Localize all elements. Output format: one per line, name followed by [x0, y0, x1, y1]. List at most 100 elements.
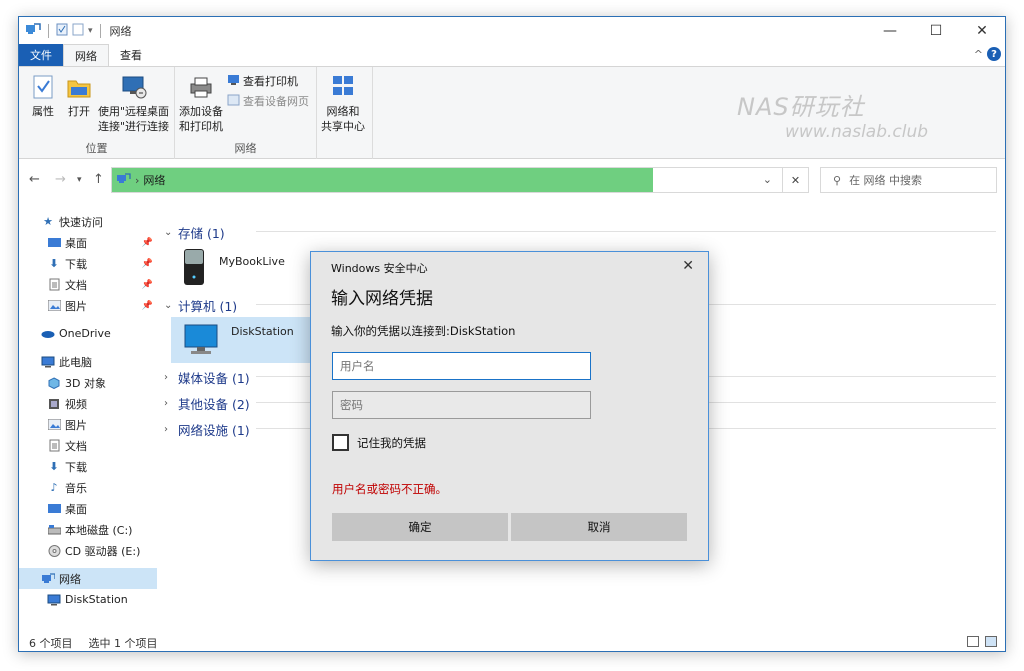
tab-network[interactable]: 网络: [63, 44, 109, 66]
customize-dropdown-icon[interactable]: ▾: [88, 26, 93, 36]
sidebar-item-cd-drive[interactable]: CD 驱动器 (E:): [19, 540, 157, 561]
ribbon-group-location: 属性 打开 使用"远程桌面 连接"进行连接 位置: [19, 67, 175, 159]
sidebar-label: 下载: [65, 257, 87, 271]
watermark: NAS研玩社 www.naslab.club: [737, 87, 928, 142]
sidebar-label: OneDrive: [59, 327, 111, 340]
download-icon: ⬇: [49, 460, 59, 473]
network-sharing-icon: [329, 73, 357, 101]
sidebar-item-network[interactable]: 网络: [19, 568, 157, 589]
sidebar-label: 网络: [59, 572, 81, 586]
collapse-ribbon-icon[interactable]: ^: [974, 48, 983, 61]
video-icon: [47, 397, 61, 411]
add-device-button[interactable]: 添加设备 和打印机: [179, 73, 223, 134]
ok-button[interactable]: 确定: [332, 513, 508, 541]
expand-chevron-icon: ⌄: [164, 227, 173, 238]
sidebar-item-diskstation[interactable]: DiskStation: [19, 589, 157, 610]
group-header-storage[interactable]: ⌄ 存储 (1): [164, 223, 996, 242]
recent-locations-icon[interactable]: ▾: [77, 175, 82, 185]
sidebar-item-pictures-pc[interactable]: 图片: [19, 414, 157, 435]
properties-icon: [29, 73, 57, 101]
pin-icon[interactable]: 📌: [142, 238, 153, 248]
remote-desktop-button[interactable]: 使用"远程桌面 连接"进行连接: [98, 73, 169, 134]
view-device-page-button[interactable]: 查看设备网页: [227, 93, 309, 109]
address-dropdown-icon[interactable]: ⌄: [763, 173, 772, 186]
sidebar-item-this-pc[interactable]: 此电脑: [19, 351, 157, 372]
sidebar-item-desktop[interactable]: 桌面 📌: [19, 232, 157, 253]
remote-desktop-label: 使用"远程桌面 连接"进行连接: [98, 105, 170, 133]
blank-page-icon[interactable]: [72, 23, 84, 39]
device-diskstation[interactable]: DiskStation: [171, 317, 331, 363]
forward-arrow-icon[interactable]: →: [55, 172, 66, 187]
close-button[interactable]: ✕: [959, 17, 1005, 44]
sidebar-label: 桌面: [65, 502, 87, 516]
sidebar-item-downloads[interactable]: ⬇ 下载 📌: [19, 253, 157, 274]
sidebar-item-quick-access[interactable]: ★ 快速访问: [19, 211, 157, 232]
details-view-icon[interactable]: [967, 636, 979, 647]
checkbox-icon[interactable]: [56, 23, 68, 39]
add-device-label: 添加设备 和打印机: [179, 105, 223, 133]
maximize-button[interactable]: ☐: [913, 17, 959, 44]
sidebar-item-downloads-pc[interactable]: ⬇ 下载: [19, 456, 157, 477]
dialog-title: Windows 安全中心: [331, 262, 428, 275]
pin-icon[interactable]: 📌: [142, 301, 153, 311]
device-mybooklive[interactable]: MyBookLive: [177, 247, 285, 290]
status-bar: 6 个项目 选中 1 个项目: [19, 632, 1005, 651]
device-label: DiskStation: [231, 325, 294, 338]
clear-address-icon[interactable]: ✕: [782, 168, 808, 192]
properties-button[interactable]: 属性: [29, 73, 57, 119]
selected-count: 选中 1 个项目: [88, 636, 158, 650]
view-device-page-label: 查看设备网页: [243, 95, 309, 108]
remember-label: 记住我的凭据: [357, 435, 426, 450]
pin-icon[interactable]: 📌: [142, 259, 153, 269]
group-header-infrastructure[interactable]: › 网络设施 (1): [164, 420, 996, 439]
window-controls: — ☐ ✕: [867, 17, 1005, 44]
download-icon: ⬇: [49, 257, 59, 270]
sidebar-item-documents-pc[interactable]: 文档: [19, 435, 157, 456]
sidebar-label: 图片: [65, 299, 87, 313]
search-box[interactable]: ⚲ 在 网络 中搜索: [820, 167, 997, 193]
collapsed-chevron-icon: ›: [164, 372, 168, 383]
address-path[interactable]: › 网络: [112, 168, 653, 192]
cancel-button[interactable]: 取消: [511, 513, 687, 541]
large-icons-view-icon[interactable]: [985, 636, 997, 647]
sidebar-item-documents[interactable]: 文档 📌: [19, 274, 157, 295]
tab-view[interactable]: 查看: [109, 44, 153, 66]
sharing-center-button[interactable]: 网络和 共享中心: [321, 73, 365, 134]
tab-file[interactable]: 文件: [19, 44, 63, 66]
sidebar-item-3d-objects[interactable]: 3D 对象: [19, 372, 157, 393]
properties-label: 属性: [32, 105, 54, 118]
navigation-bar: ← → ▾ ↑ › 网络 ⌄ ✕ ⚲ 在 网络 中搜索: [19, 159, 1005, 199]
group-header-computer[interactable]: ⌄ 计算机 (1): [164, 296, 996, 315]
device-label: MyBookLive: [219, 255, 285, 268]
dialog-close-icon[interactable]: ✕: [682, 258, 694, 274]
sidebar-label: 视频: [65, 397, 87, 411]
pictures-icon: [47, 418, 61, 432]
back-arrow-icon[interactable]: ←: [29, 172, 40, 187]
remember-credentials-checkbox[interactable]: 记住我的凭据: [332, 434, 426, 451]
sidebar-item-videos[interactable]: 视频: [19, 393, 157, 414]
sidebar-item-onedrive[interactable]: OneDrive: [19, 323, 157, 344]
open-button[interactable]: 打开: [65, 73, 93, 119]
address-bar[interactable]: › 网络 ⌄ ✕: [111, 167, 809, 193]
minimize-button[interactable]: —: [867, 17, 913, 44]
up-arrow-icon[interactable]: ↑: [93, 172, 104, 187]
sidebar-item-pictures[interactable]: 图片 📌: [19, 295, 157, 316]
sidebar-label: 文档: [65, 439, 87, 453]
checkbox-box[interactable]: [332, 434, 349, 451]
group-label: 存储 (1): [178, 226, 225, 241]
network-icon: [116, 172, 131, 188]
view-printers-button[interactable]: 查看打印机: [227, 73, 298, 89]
group-label-location: 位置: [85, 142, 108, 155]
watermark-line2: www.naslab.club: [785, 122, 929, 142]
sidebar-item-local-disk[interactable]: 本地磁盘 (C:): [19, 519, 157, 540]
sidebar-item-music[interactable]: ♪ 音乐: [19, 477, 157, 498]
username-field[interactable]: [332, 352, 591, 380]
group-header-other[interactable]: › 其他设备 (2): [164, 394, 996, 413]
pin-icon[interactable]: 📌: [142, 280, 153, 290]
group-header-media[interactable]: › 媒体设备 (1): [164, 368, 996, 387]
password-field[interactable]: [332, 391, 591, 419]
sidebar-item-desktop-pc[interactable]: 桌面: [19, 498, 157, 519]
help-icon[interactable]: ?: [987, 47, 1001, 61]
sidebar-label: 3D 对象: [65, 376, 106, 390]
breadcrumb-network[interactable]: 网络: [143, 172, 165, 188]
